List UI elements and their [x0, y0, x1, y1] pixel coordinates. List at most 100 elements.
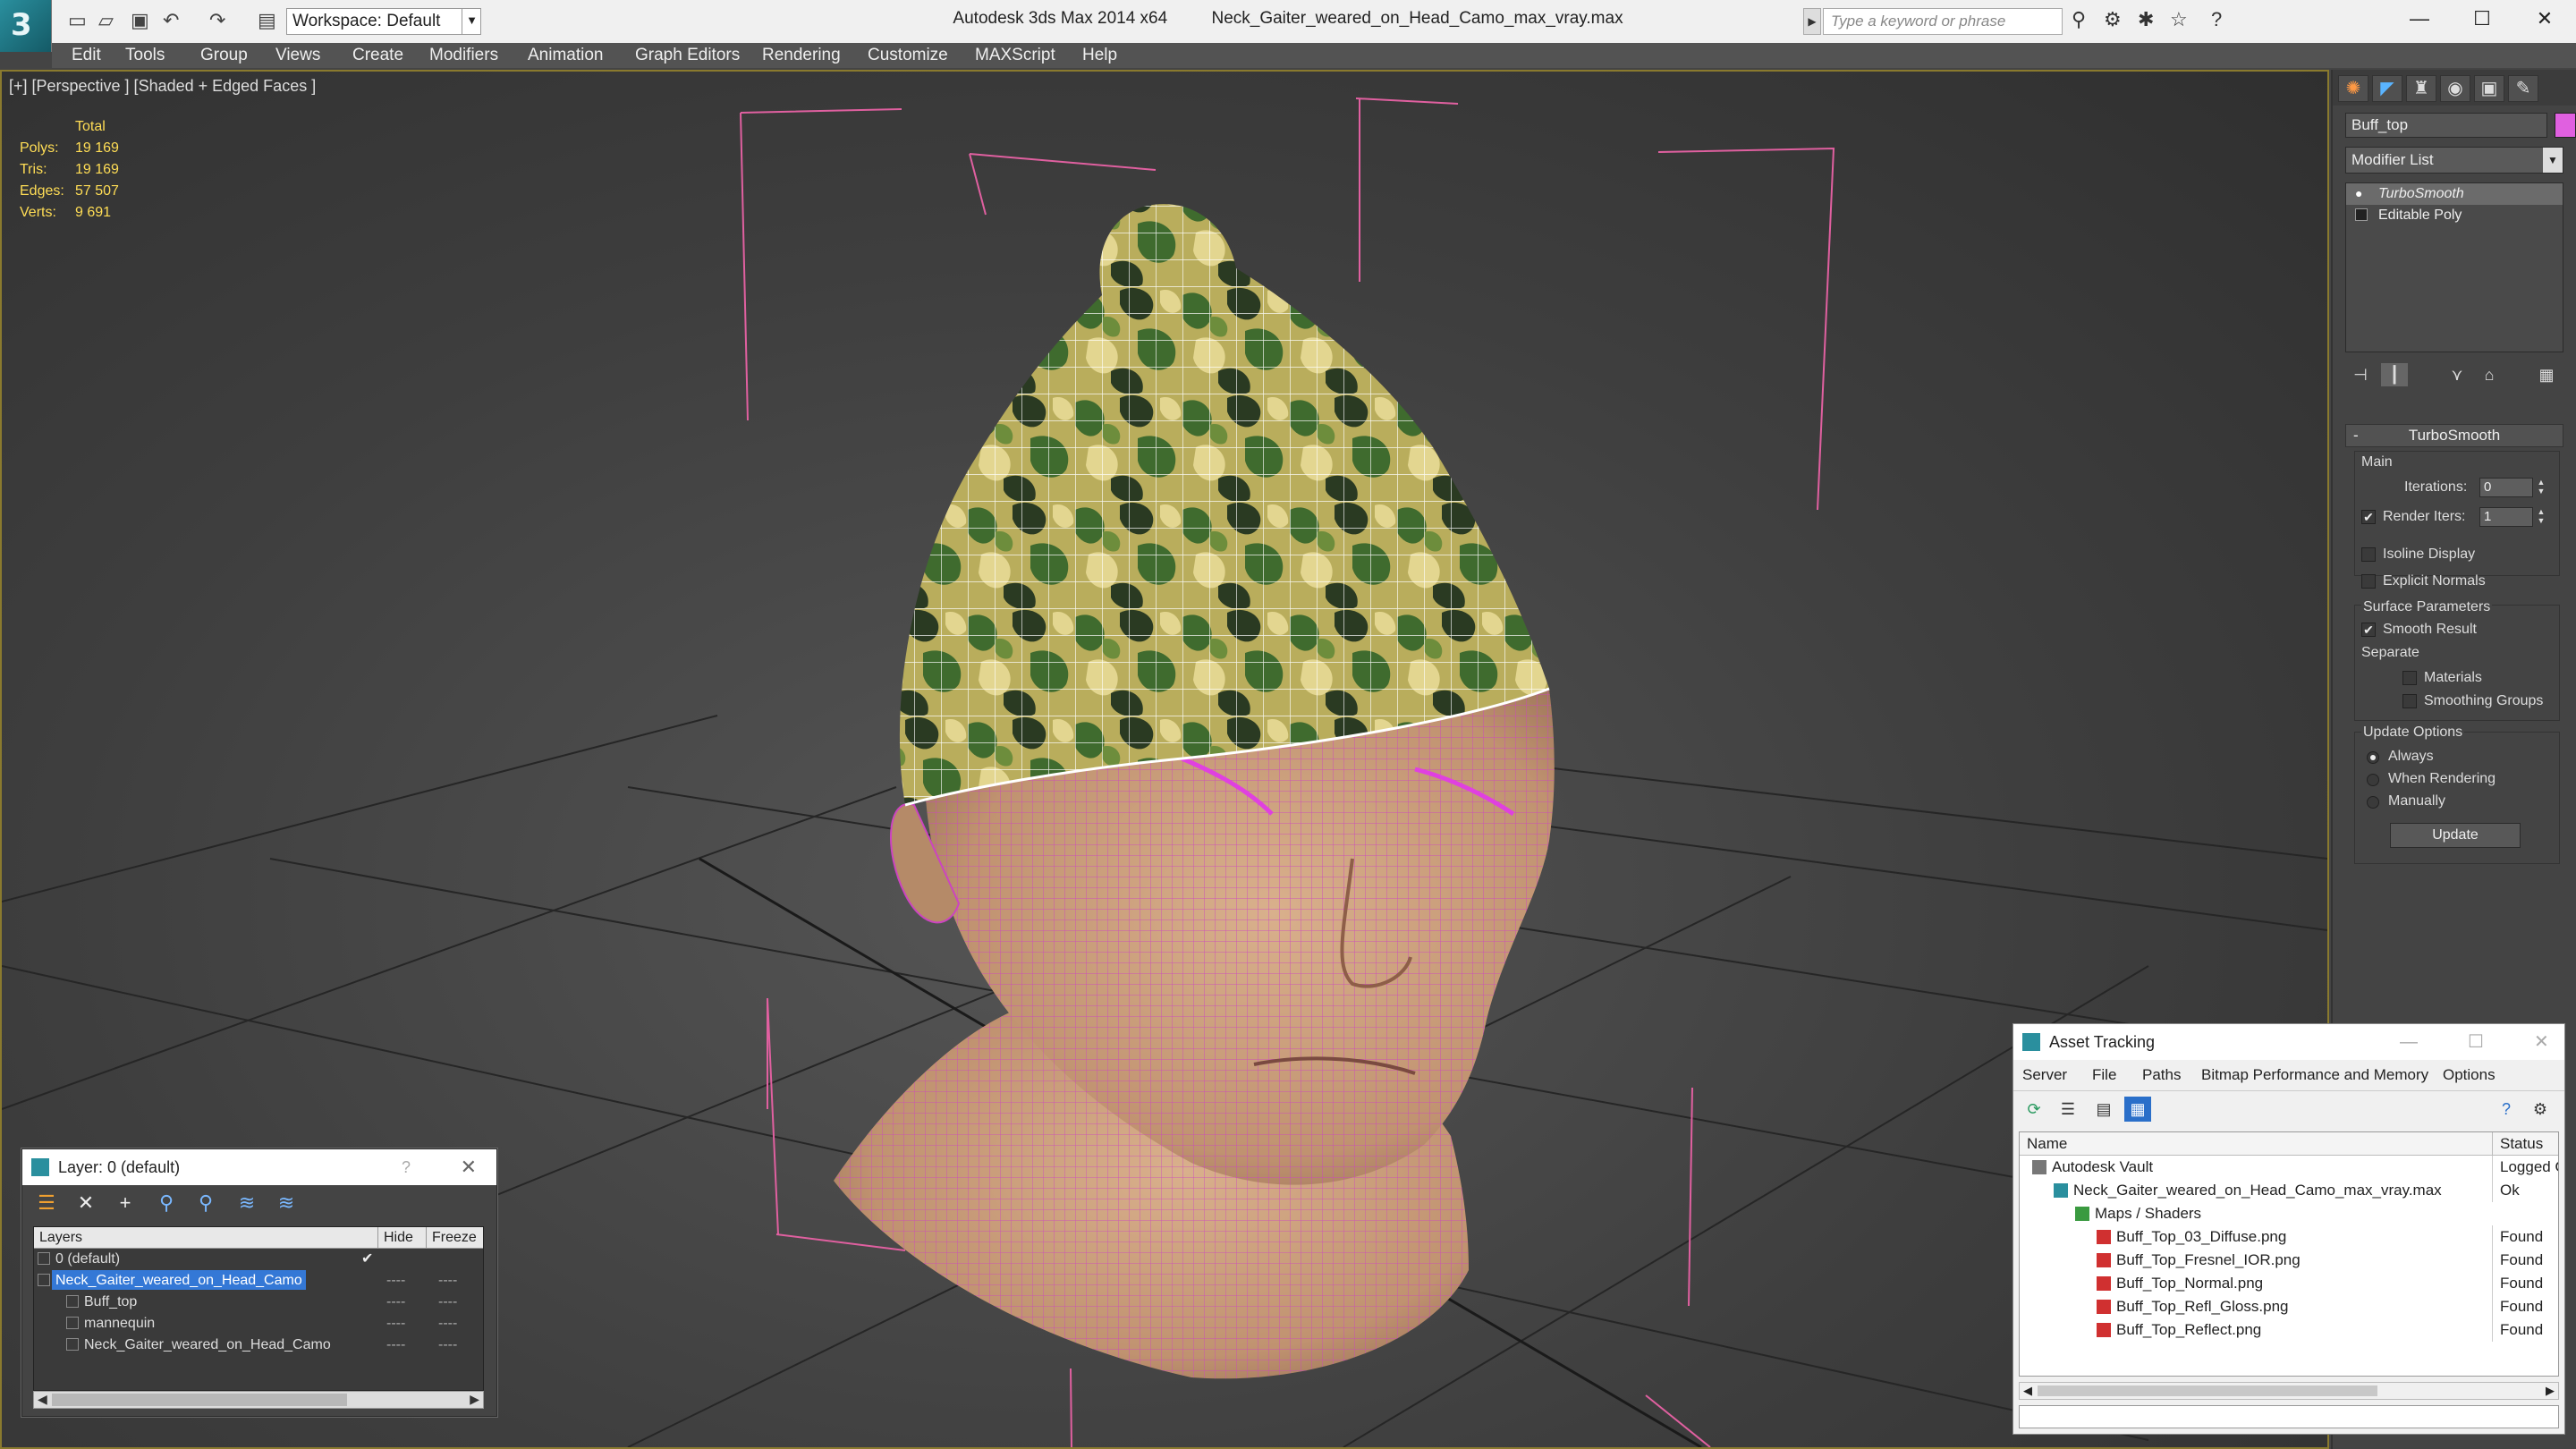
hierarchy-tab-icon[interactable]: ♜ [2406, 75, 2436, 102]
menu-create[interactable]: Create [352, 46, 403, 65]
add-to-layer-icon[interactable]: + [112, 1191, 139, 1216]
freeze-toggle[interactable]: ---- [438, 1313, 457, 1335]
render-iters-spinner[interactable]: 1 [2479, 507, 2533, 527]
rollout-header[interactable]: - TurboSmooth [2345, 424, 2563, 447]
smoothing-groups-checkbox[interactable] [2402, 694, 2417, 708]
update-button[interactable]: Update [2390, 823, 2521, 848]
menu-maxscript[interactable]: MAXScript [975, 46, 1055, 65]
menu-help[interactable]: Help [1082, 46, 1117, 65]
smooth-result-checkbox[interactable]: ✔ [2361, 623, 2376, 637]
table-view-icon[interactable]: ▦ [2124, 1097, 2151, 1122]
minimize-icon[interactable]: — [2400, 1024, 2418, 1060]
layer-row[interactable]: 0 (default) ✔ [34, 1249, 483, 1270]
render-iters-checkbox[interactable]: ✔ [2361, 510, 2376, 524]
subscription-icon[interactable]: ⚙ [2104, 10, 2122, 30]
layer-row[interactable]: Neck_Gaiter_weared_on_Head_Camo ---- ---- [34, 1335, 483, 1356]
asset-horizontal-scrollbar[interactable]: ◀ ▶ [2019, 1382, 2559, 1400]
hide-all-layers-icon[interactable]: ≋ [233, 1191, 260, 1216]
utilities-tab-icon[interactable]: ✎ [2508, 75, 2538, 102]
menu-server[interactable]: Server [2022, 1060, 2067, 1090]
scroll-thumb[interactable] [2038, 1385, 2377, 1396]
isoline-display-checkbox[interactable] [2361, 547, 2376, 562]
menu-group[interactable]: Group [200, 46, 248, 65]
pin-stack-icon[interactable]: ⊣ [2347, 363, 2374, 386]
menu-customize[interactable]: Customize [868, 46, 948, 65]
menu-animation[interactable]: Animation [528, 46, 604, 65]
show-end-result-icon[interactable]: ┃ [2381, 363, 2408, 386]
binoculars-icon[interactable]: ⚲ [2072, 10, 2086, 30]
asset-row[interactable]: Neck_Gaiter_weared_on_Head_Camo_max_vray… [2020, 1179, 2558, 1202]
layer-dialog-titlebar[interactable]: Layer: 0 (default) ? ✕ [22, 1149, 496, 1185]
asset-row[interactable]: Buff_Top_Refl_Gloss.png Found [2020, 1295, 2558, 1318]
menu-modifiers[interactable]: Modifiers [429, 46, 498, 65]
hide-toggle[interactable]: ---- [386, 1335, 405, 1356]
layers-column-header[interactable]: Layers [39, 1227, 82, 1249]
layer-row[interactable]: Buff_top ---- ---- [34, 1292, 483, 1313]
when-rendering-radio[interactable] [2367, 774, 2379, 786]
asset-row[interactable]: Buff_Top_Reflect.png Found [2020, 1318, 2558, 1342]
delete-layer-icon[interactable]: ✕ [72, 1191, 99, 1216]
menu-paths[interactable]: Paths [2142, 1060, 2181, 1090]
hide-toggle[interactable]: ---- [386, 1270, 405, 1292]
stack-item-editable-poly[interactable]: Editable Poly [2346, 205, 2563, 226]
freeze-column-header[interactable]: Freeze [426, 1227, 477, 1249]
menu-file[interactable]: File [2092, 1060, 2116, 1090]
layer-row[interactable]: Neck_Gaiter_weared_on_Head_Camo ---- ---- [34, 1270, 483, 1292]
scroll-thumb[interactable] [52, 1394, 347, 1406]
search-expand-icon[interactable]: ▶ [1803, 8, 1821, 35]
communication-icon[interactable]: ✱ [2138, 10, 2154, 30]
explicit-normals-checkbox[interactable] [2361, 574, 2376, 589]
menu-edit[interactable]: Edit [72, 46, 101, 65]
name-column-header[interactable]: Name [2027, 1132, 2067, 1156]
settings-icon[interactable]: ⚙ [2527, 1097, 2554, 1122]
scroll-left-icon[interactable]: ◀ [38, 1392, 47, 1407]
asset-row[interactable]: Maps / Shaders [2020, 1202, 2558, 1225]
materials-checkbox[interactable] [2402, 671, 2417, 685]
current-layer-check-icon[interactable]: ✔ [361, 1249, 373, 1270]
detail-view-icon[interactable]: ▤ [2090, 1097, 2117, 1122]
list-view-icon[interactable]: ☰ [2055, 1097, 2081, 1122]
manually-radio[interactable] [2367, 796, 2379, 809]
menu-bitmap-performance[interactable]: Bitmap Performance and Memory [2201, 1060, 2428, 1090]
viewport-label[interactable]: [+] [Perspective ] [Shaded + Edged Faces… [9, 77, 316, 96]
layer-horizontal-scrollbar[interactable]: ◀ ▶ [33, 1391, 484, 1409]
object-color-swatch[interactable] [2555, 113, 2576, 138]
modifier-list-dropdown[interactable]: Modifier List ▼ [2345, 147, 2563, 174]
favorites-star-icon[interactable]: ☆ [2170, 10, 2188, 30]
hide-column-header[interactable]: Hide [377, 1227, 413, 1249]
scroll-right-icon[interactable]: ▶ [2546, 1384, 2555, 1398]
display-tab-icon[interactable]: ▣ [2474, 75, 2504, 102]
buff-top-hat[interactable] [899, 204, 1550, 807]
lightbulb-icon[interactable]: ● [2355, 187, 2368, 199]
help-icon[interactable]: ? [402, 1149, 411, 1185]
refresh-icon[interactable]: ⟳ [2021, 1097, 2047, 1122]
always-radio[interactable] [2367, 751, 2379, 764]
configure-modifier-sets-icon[interactable]: ▦ [2533, 363, 2560, 386]
status-column-header[interactable]: Status [2492, 1132, 2543, 1156]
asset-tracking-titlebar[interactable]: Asset Tracking — ☐ ✕ [2013, 1024, 2564, 1060]
menu-views[interactable]: Views [275, 46, 320, 65]
asset-row[interactable]: Autodesk Vault Logged O [2020, 1156, 2558, 1179]
freeze-toggle[interactable]: ---- [438, 1292, 457, 1313]
menu-tools[interactable]: Tools [125, 46, 165, 65]
asset-row[interactable]: Buff_Top_Fresnel_IOR.png Found [2020, 1249, 2558, 1272]
select-objects-in-layer-icon[interactable]: ⚲ [153, 1191, 180, 1216]
create-tab-icon[interactable]: ✺ [2338, 75, 2368, 102]
search-input[interactable]: Type a keyword or phrase [1823, 8, 2063, 35]
close-icon[interactable]: ✕ [2534, 1024, 2549, 1060]
asset-row[interactable]: Buff_Top_03_Diffuse.png Found [2020, 1225, 2558, 1249]
modify-tab-icon[interactable]: ◤ [2372, 75, 2402, 102]
freeze-all-layers-icon[interactable]: ≋ [273, 1191, 300, 1216]
hide-toggle[interactable]: ---- [386, 1313, 405, 1335]
help-icon[interactable]: ? [2493, 1097, 2520, 1122]
close-icon[interactable]: ✕ [2513, 0, 2576, 38]
menu-graph-editors[interactable]: Graph Editors [635, 46, 740, 65]
hide-toggle[interactable]: ---- [386, 1292, 405, 1313]
remove-modifier-icon[interactable]: ⌂ [2476, 363, 2503, 386]
freeze-toggle[interactable]: ---- [438, 1335, 457, 1356]
object-name-field[interactable]: Buff_top [2345, 113, 2547, 138]
menu-options[interactable]: Options [2443, 1060, 2496, 1090]
maximize-icon[interactable]: ☐ [2468, 1024, 2484, 1060]
highlight-selected-layer-icon[interactable]: ⚲ [192, 1191, 219, 1216]
minimize-icon[interactable]: — [2388, 0, 2451, 38]
